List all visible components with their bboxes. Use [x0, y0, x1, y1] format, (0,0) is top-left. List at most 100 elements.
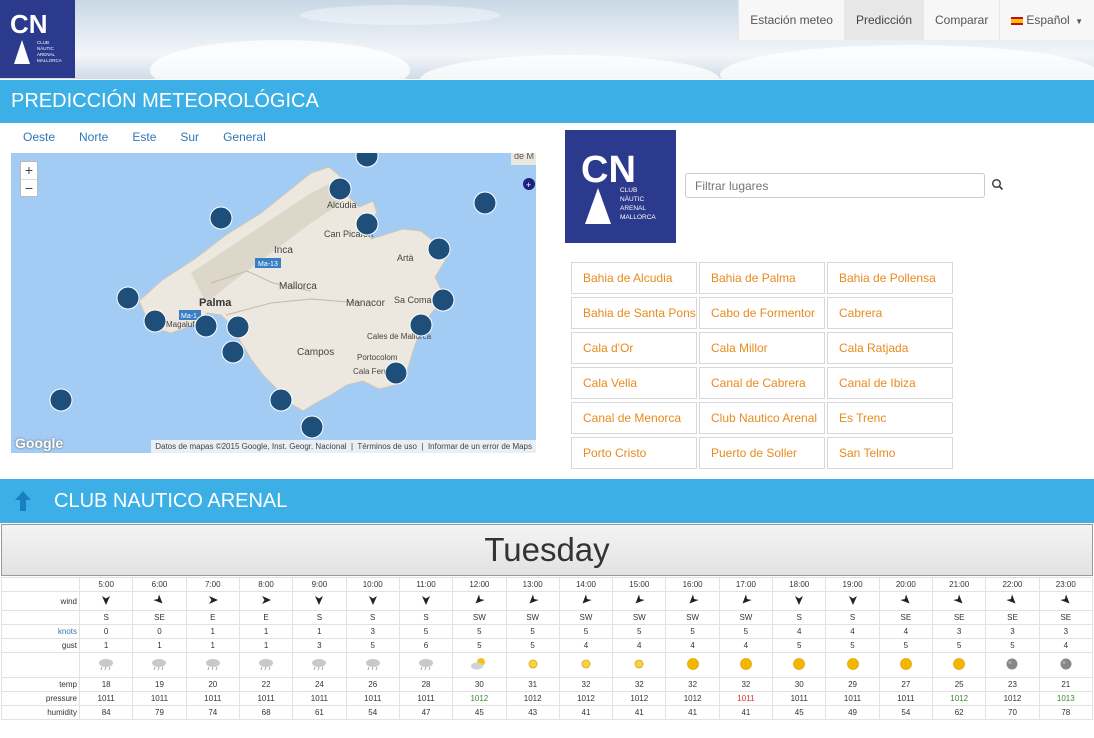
place-link[interactable]: Cabo de Formentor: [699, 297, 825, 329]
svg-text:ARENAL: ARENAL: [37, 52, 56, 57]
sun-icon: [846, 658, 859, 670]
wind-arrow-icon: [900, 594, 910, 604]
nav-comparar[interactable]: Comparar: [923, 0, 1000, 40]
knots-cell: 4: [825, 624, 880, 639]
wind-direction-cell: SW: [505, 610, 560, 625]
wind-label: wind: [1, 591, 80, 611]
temp-cell: 30: [772, 677, 827, 692]
nav-prediccion[interactable]: Predicción: [843, 0, 923, 40]
wind-arrow-cell: [878, 591, 934, 611]
humidity-cell: 70: [985, 705, 1040, 720]
knots-cell: 0: [78, 624, 134, 639]
knots-cell: 1: [238, 624, 294, 639]
tab-este[interactable]: Este: [132, 130, 156, 144]
sky-cell: [1038, 652, 1094, 678]
wind-arrow-cell: [1038, 591, 1094, 611]
pressure-cell: 1012: [612, 691, 667, 706]
humidity-cell: 41: [558, 705, 614, 720]
humidity-cell: 47: [398, 705, 454, 720]
rain-cloud-icon: [152, 659, 167, 671]
place-link[interactable]: Bahia de Pollensa: [827, 262, 953, 294]
pressure-cell: 1011: [772, 691, 827, 706]
map-marker: [194, 314, 218, 338]
club-logo: CN CLUB NÀUTIC ARENAL MALLORCA: [565, 130, 676, 243]
place-link[interactable]: Cala Vella: [571, 367, 697, 399]
place-link[interactable]: Canal de Ibiza: [827, 367, 953, 399]
hour-cell: 18:00: [772, 577, 827, 592]
wind-arrow-cell: [398, 591, 454, 611]
pressure-cell: 1011: [825, 691, 880, 706]
tab-oeste[interactable]: Oeste: [23, 130, 55, 144]
place-link[interactable]: San Telmo: [827, 437, 953, 469]
tab-norte[interactable]: Norte: [79, 130, 108, 144]
place-link[interactable]: Bahia de Palma: [699, 262, 825, 294]
gust-label: gust: [1, 638, 80, 653]
tab-sur[interactable]: Sur: [180, 130, 199, 144]
hour-cell: 5:00: [78, 577, 134, 592]
place-link[interactable]: Cala d'Or: [571, 332, 697, 364]
place-link[interactable]: Canal de Cabrera: [699, 367, 825, 399]
zoom-out-button[interactable]: −: [21, 179, 37, 196]
search-icon[interactable]: [991, 178, 1005, 192]
hour-cell: 14:00: [558, 577, 614, 592]
sky-cell: [132, 652, 187, 678]
sun-icon: [899, 658, 912, 670]
knots-label[interactable]: knots: [1, 624, 80, 639]
wind-arrow-icon: [953, 594, 963, 604]
pressure-cell: 1011: [878, 691, 934, 706]
place-link[interactable]: Cala Ratjada: [827, 332, 953, 364]
hour-cell: 12:00: [452, 577, 507, 592]
pressure-cell: 1011: [345, 691, 400, 706]
knots-cell: 5: [505, 624, 560, 639]
temp-cell: 24: [292, 677, 347, 692]
gust-cell: 1: [185, 638, 240, 653]
rain-cloud-icon: [419, 659, 434, 671]
pressure-cell: 1011: [292, 691, 347, 706]
arrow-up-icon[interactable]: [13, 490, 33, 512]
humidity-cell: 62: [931, 705, 987, 720]
map-marker: [409, 313, 433, 337]
language-dropdown[interactable]: Español ▼: [999, 0, 1094, 40]
place-link[interactable]: Club Nautico Arenal: [699, 402, 825, 434]
zoom-in-button[interactable]: +: [21, 162, 37, 179]
rain-cloud-icon: [99, 659, 114, 671]
wind-arrow-icon: [795, 596, 804, 605]
place-link[interactable]: Bahia de Santa Ponsa: [571, 297, 697, 329]
tab-general[interactable]: General: [223, 130, 266, 144]
wind-arrow-icon: [262, 596, 272, 604]
gust-cell: 5: [878, 638, 934, 653]
google-logo[interactable]: Google: [15, 435, 63, 451]
map-marker: [355, 153, 379, 168]
map[interactable]: de M Palma Inca Mallorca Manacor Campos …: [11, 153, 536, 453]
wind-arrow-cell: [985, 591, 1040, 611]
humidity-cell: 78: [1038, 705, 1094, 720]
knots-cell: 4: [878, 624, 934, 639]
hour-cell: 7:00: [185, 577, 240, 592]
filter-places-input[interactable]: [685, 173, 985, 198]
place-link[interactable]: Cabrera: [827, 297, 953, 329]
temp-cell: 22: [238, 677, 294, 692]
place-link[interactable]: Puerto de Soller: [699, 437, 825, 469]
rain-cloud-icon: [312, 659, 327, 671]
place-link[interactable]: Porto Cristo: [571, 437, 697, 469]
rain-cloud-icon: [365, 659, 380, 671]
pressure-cell: 1012: [505, 691, 560, 706]
knots-cell: 1: [292, 624, 347, 639]
place-link[interactable]: Es Trenc: [827, 402, 953, 434]
place-link[interactable]: Canal de Menorca: [571, 402, 697, 434]
forecast-table: 5:00 6:00 7:00 8:00 9:00 10:00 11:00 12:00 13:00…: [1, 577, 1094, 720]
place-link[interactable]: Cala Millor: [699, 332, 825, 364]
svg-text:+: +: [526, 180, 531, 190]
map-report-link[interactable]: Informar de un error de Maps: [428, 442, 532, 451]
map-terms-link[interactable]: Términos de uso: [357, 442, 417, 451]
map-label-mallorca: Mallorca: [279, 281, 317, 292]
moon-icon: [1006, 658, 1018, 670]
place-link[interactable]: Bahia de Alcudia: [571, 262, 697, 294]
gust-cell: 1: [132, 638, 187, 653]
temp-cell: 21: [1038, 677, 1094, 692]
temp-cell: 32: [612, 677, 667, 692]
nav-estacion-meteo[interactable]: Estación meteo: [738, 0, 844, 40]
logo[interactable]: CN CLUB NÀUTIC ARENAL MALLORCA: [0, 0, 75, 78]
wind-arrow-cell: [292, 591, 347, 611]
temp-label: temp: [1, 677, 80, 692]
